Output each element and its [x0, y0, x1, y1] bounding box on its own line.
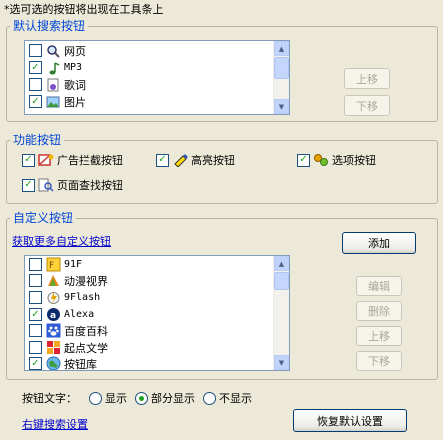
custom-move-down-button[interactable]: 下移: [356, 351, 402, 371]
checkbox[interactable]: ✓: [156, 153, 169, 167]
function-item-options[interactable]: ✓ 选项按钮: [297, 152, 376, 168]
list-item-label: 歌词: [64, 78, 86, 92]
scroll-up-arrow-icon[interactable]: ▲: [274, 256, 289, 271]
list-item-label: 起点文学: [64, 341, 108, 355]
scroll-up-arrow-icon[interactable]: ▲: [274, 41, 289, 56]
function-buttons-group: [6, 140, 438, 204]
default-search-title: 默认搜索按钮: [10, 19, 89, 33]
more-custom-buttons-link[interactable]: 获取更多自定义按钮: [12, 233, 111, 249]
highlighter-icon: [172, 152, 188, 168]
list-item[interactable]: 网页: [29, 42, 86, 59]
list-item-label: 百度百科: [64, 324, 108, 338]
svg-text:F: F: [49, 261, 54, 271]
function-item-label: 页面查找按钮: [57, 179, 123, 192]
radio-show[interactable]: 显示: [89, 390, 127, 406]
list-item-label: 动漫视界: [64, 274, 108, 288]
list-item-label: 图片: [64, 95, 86, 109]
checkbox[interactable]: [29, 78, 42, 91]
list-item[interactable]: 起点文学: [29, 339, 108, 356]
function-item-adblock[interactable]: ✓ 广告拦截按钮: [22, 152, 123, 168]
button-text-row: 按钮文字： 显示 部分显示 不显示: [22, 390, 252, 406]
radio-button[interactable]: [135, 391, 148, 405]
list-item[interactable]: ✓ 图片: [29, 93, 86, 110]
anime-icon: [45, 273, 61, 289]
scrollbar[interactable]: ▲ ▼: [273, 256, 289, 370]
checkbox[interactable]: [29, 274, 42, 287]
checkbox[interactable]: ✓: [297, 153, 310, 167]
list-item[interactable]: ✓ 按钮库: [29, 355, 97, 371]
search-move-down-button[interactable]: 下移: [344, 95, 390, 116]
list-item-label: Alexa: [64, 309, 95, 320]
delete-button[interactable]: 删除: [356, 301, 402, 321]
list-item-label: 9Flash: [64, 292, 101, 303]
checkbox[interactable]: [29, 44, 42, 57]
list-item[interactable]: 9Flash: [29, 289, 100, 306]
list-item[interactable]: 歌词: [29, 76, 86, 93]
checkbox[interactable]: ✓: [22, 178, 35, 192]
lyrics-icon: [45, 77, 61, 93]
function-item-label: 选项按钮: [332, 154, 376, 167]
list-item[interactable]: ✓ MP3: [29, 59, 82, 76]
qidian-icon: [45, 340, 61, 356]
flash-icon: [45, 290, 61, 306]
radio-hide[interactable]: 不显示: [203, 390, 252, 406]
list-item[interactable]: F 91F: [29, 256, 82, 273]
radio-label: 不显示: [219, 392, 252, 405]
edit-button[interactable]: 编辑: [356, 276, 402, 296]
list-item[interactable]: 动漫视界: [29, 272, 108, 289]
list-item[interactable]: 百度百科: [29, 322, 108, 339]
checkbox[interactable]: ✓: [29, 61, 42, 74]
scroll-thumb[interactable]: [274, 272, 289, 290]
custom-buttons-list[interactable]: F 91F 动漫视界 9Flash ✓ a Alexa 百度百科 起点文学 ✓ …: [24, 255, 290, 371]
baidu-paw-icon: [45, 323, 61, 339]
magnifier-icon: [45, 43, 61, 59]
function-item-pagefind[interactable]: ✓ 页面查找按钮: [22, 177, 123, 193]
alexa-icon: a: [45, 307, 61, 323]
radio-button[interactable]: [203, 391, 216, 405]
function-item-highlight[interactable]: ✓ 高亮按钮: [156, 152, 235, 168]
music-note-icon: [45, 60, 61, 76]
scrollbar[interactable]: ▲ ▼: [273, 41, 289, 114]
list-item[interactable]: ✓ a Alexa: [29, 306, 94, 323]
right-click-search-settings-link[interactable]: 右键搜索设置: [22, 416, 88, 432]
checkbox[interactable]: ✓: [29, 308, 42, 321]
checkbox[interactable]: ✓: [22, 153, 35, 167]
radio-label: 显示: [105, 392, 127, 405]
scroll-thumb[interactable]: [274, 57, 289, 79]
function-buttons-title: 功能按钮: [10, 133, 65, 147]
options-icon: [313, 152, 329, 168]
scroll-down-arrow-icon[interactable]: ▼: [274, 355, 289, 370]
checkbox[interactable]: [29, 258, 42, 271]
add-button[interactable]: 添加: [342, 232, 416, 254]
custom-move-up-button[interactable]: 上移: [356, 326, 402, 346]
list-item-label: 网页: [64, 44, 86, 58]
radio-partial[interactable]: 部分显示: [135, 390, 195, 406]
default-search-list[interactable]: 网页 ✓ MP3 歌词 ✓ 图片 ▲ ▼: [24, 40, 290, 115]
custom-buttons-title: 自定义按钮: [10, 211, 77, 225]
checkbox[interactable]: [29, 324, 42, 337]
picture-icon: [45, 94, 61, 110]
function-item-label: 高亮按钮: [191, 154, 235, 167]
checkbox[interactable]: [29, 341, 42, 354]
ad-block-icon: [38, 152, 54, 168]
function-item-label: 广告拦截按钮: [57, 154, 123, 167]
page-find-icon: [38, 177, 54, 193]
restore-defaults-button[interactable]: 恢复默认设置: [293, 409, 407, 432]
toolbar-hint: *选可选的按钮将出现在工具条上: [4, 3, 164, 16]
radio-button[interactable]: [89, 391, 102, 405]
list-item-label: MP3: [64, 62, 83, 73]
radio-label: 部分显示: [151, 392, 195, 405]
list-item-label: 91F: [64, 259, 83, 270]
checkbox[interactable]: ✓: [29, 95, 42, 108]
checkbox[interactable]: ✓: [29, 357, 42, 370]
list-item-label: 按钮库: [64, 357, 97, 371]
globe-icon: [45, 356, 61, 370]
scroll-down-arrow-icon[interactable]: ▼: [274, 99, 289, 114]
checkbox[interactable]: [29, 291, 42, 304]
search-move-up-button[interactable]: 上移: [344, 68, 390, 89]
button-text-label: 按钮文字：: [22, 392, 77, 405]
svg-text:a: a: [50, 311, 56, 321]
91f-icon: F: [45, 257, 61, 273]
